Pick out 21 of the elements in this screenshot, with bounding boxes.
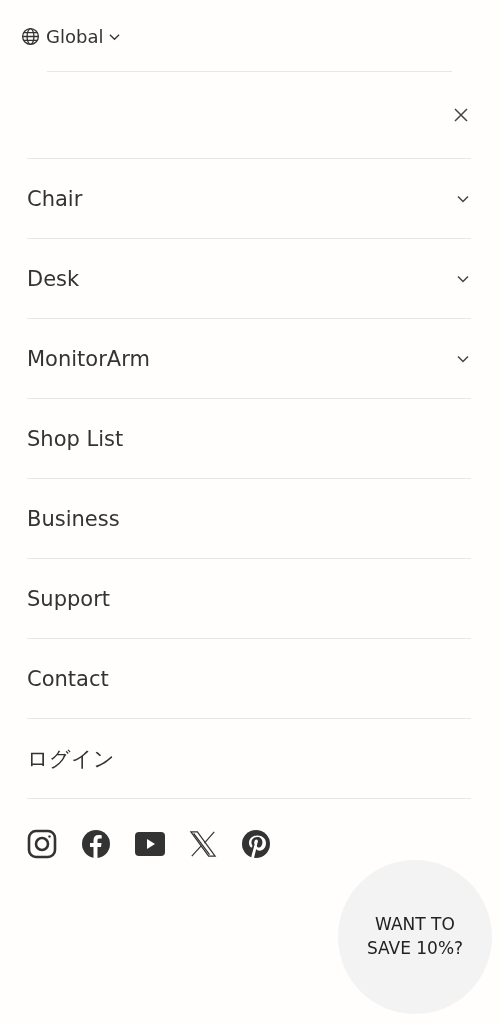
close-button[interactable] [452,106,470,124]
instagram-icon[interactable] [27,829,57,859]
menu-item[interactable]: Desk [27,266,80,291]
chevron-down-icon[interactable] [457,354,469,363]
promo-bubble[interactable]: WANT TO SAVE 10%? [338,860,492,1014]
menu-item[interactable]: Support [27,586,110,611]
chevron-down-icon [109,32,121,41]
x-logo-icon[interactable] [189,829,217,859]
facebook-icon[interactable] [81,829,111,859]
globe-icon [21,27,40,46]
chevron-down-icon[interactable] [457,194,469,203]
menu-item[interactable]: Shop List [27,426,124,451]
menu-item[interactable]: Contact [27,666,109,691]
menu-item[interactable]: Chair [27,186,83,211]
chevron-down-icon[interactable] [457,274,469,283]
region-selector[interactable]: Global [21,24,121,49]
pinterest-icon[interactable] [241,829,271,859]
menu-item[interactable]: Business [27,506,120,531]
menu-item[interactable]: ログイン [27,744,115,773]
menu-item[interactable]: MonitorArm [27,346,150,371]
video-play-icon[interactable] [135,829,165,859]
